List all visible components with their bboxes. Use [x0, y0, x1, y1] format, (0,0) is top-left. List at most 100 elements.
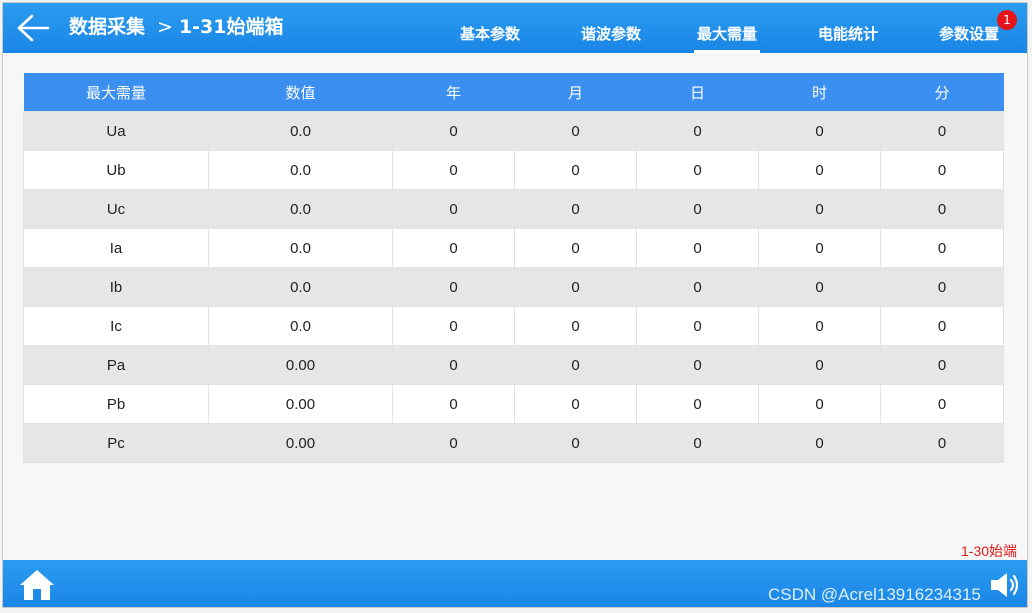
value-cell: 0 — [880, 150, 1004, 190]
value-cell: 0 — [758, 306, 881, 346]
tab-param-settings[interactable]: 参数设置 — [936, 3, 1002, 53]
value-cell: 0 — [636, 189, 759, 229]
table-header-row: 最大需量 数值 年 月 日 时 分 — [23, 73, 1004, 112]
value-cell: 0 — [392, 111, 515, 151]
value-cell: 0 — [392, 150, 515, 190]
tab-energy-stats[interactable]: 电能统计 — [815, 3, 881, 53]
column-header: 最大需量 — [23, 73, 209, 112]
value-cell: 0 — [880, 345, 1004, 385]
notification-badge[interactable]: 1 — [997, 10, 1017, 30]
table-row: Pc 0.00 0 0 0 0 0 — [23, 423, 1004, 463]
value-cell: 0 — [514, 384, 637, 424]
value-cell: 0.00 — [208, 423, 393, 463]
row-label-cell: Pa — [23, 345, 209, 385]
value-cell: 0 — [392, 384, 515, 424]
value-cell: 0.0 — [208, 267, 393, 307]
row-label-cell: Ic — [23, 306, 209, 346]
column-header: 日 — [636, 73, 759, 112]
value-cell: 0 — [758, 111, 881, 151]
value-cell: 0 — [636, 228, 759, 268]
value-cell: 0.0 — [208, 189, 393, 229]
row-label-cell: Ub — [23, 150, 209, 190]
value-cell: 0 — [514, 111, 637, 151]
value-cell: 0 — [636, 384, 759, 424]
value-cell: 0 — [758, 189, 881, 229]
tab-harmonic-params[interactable]: 谐波参数 — [578, 3, 644, 53]
value-cell: 0 — [514, 267, 637, 307]
tab-label: 最大需量 — [696, 25, 757, 43]
breadcrumb-current: 1-31始端箱 — [178, 16, 284, 38]
row-label-cell: Ib — [23, 267, 209, 307]
row-label-cell: Ia — [23, 228, 209, 268]
table-row: Pa 0.00 0 0 0 0 0 — [23, 345, 1004, 385]
value-cell: 0 — [392, 189, 515, 229]
row-label-cell: Pc — [23, 423, 209, 463]
table-row: Ia 0.0 0 0 0 0 0 — [23, 228, 1004, 268]
column-header: 数值 — [208, 73, 393, 112]
value-cell: 0.0 — [208, 111, 393, 151]
value-cell: 0 — [758, 345, 881, 385]
value-cell: 0 — [636, 306, 759, 346]
value-cell: 0 — [514, 228, 637, 268]
value-cell: 0 — [758, 267, 881, 307]
value-cell: 0 — [392, 345, 515, 385]
arrow-left-icon[interactable] — [15, 13, 51, 43]
value-cell: 0 — [392, 228, 515, 268]
table-row: Ic 0.0 0 0 0 0 0 — [23, 306, 1004, 346]
value-cell: 0.00 — [208, 384, 393, 424]
value-cell: 0 — [514, 150, 637, 190]
column-header: 月 — [514, 73, 637, 112]
home-icon[interactable] — [19, 568, 55, 602]
column-header: 年 — [392, 73, 515, 112]
row-label-cell: Uc — [23, 189, 209, 229]
value-cell: 0 — [880, 189, 1004, 229]
column-header: 分 — [880, 73, 1004, 112]
value-cell: 0 — [514, 189, 637, 229]
tab-label: 基本参数 — [459, 25, 520, 43]
value-cell: 0 — [392, 423, 515, 463]
tab-basic-params[interactable]: 基本参数 — [457, 3, 523, 53]
value-cell: 0 — [636, 345, 759, 385]
value-cell: 0 — [880, 384, 1004, 424]
value-cell: 0 — [880, 306, 1004, 346]
value-cell: 0.00 — [208, 345, 393, 385]
tab-label: 参数设置 — [938, 25, 999, 43]
top-bar: 数据采集 >1-31始端箱 基本参数 谐波参数 最大需量 电能统计 参数设置 — [3, 3, 1027, 53]
side-label[interactable]: 1-30始端 — [961, 541, 1017, 561]
active-tab-indicator — [694, 50, 760, 53]
row-label-cell: Pb — [23, 384, 209, 424]
table-row: Ib 0.0 0 0 0 0 0 — [23, 267, 1004, 307]
breadcrumb: 数据采集 >1-31始端箱 — [69, 14, 283, 40]
value-cell: 0.0 — [208, 306, 393, 346]
table-row: Uc 0.0 0 0 0 0 0 — [23, 189, 1004, 229]
speaker-icon[interactable] — [989, 570, 1021, 600]
value-cell: 0 — [392, 306, 515, 346]
breadcrumb-root[interactable]: 数据采集 — [69, 16, 145, 38]
value-cell: 0.0 — [208, 228, 393, 268]
value-cell: 0 — [880, 423, 1004, 463]
value-cell: 0 — [758, 384, 881, 424]
value-cell: 0 — [636, 423, 759, 463]
max-demand-table: 最大需量 数值 年 月 日 时 分 Ua 0.0 0 0 0 0 0 Ub 0.0 0 0 0 0 0 Uc… — [23, 73, 1004, 463]
row-label-cell: Ua — [23, 111, 209, 151]
value-cell: 0 — [758, 423, 881, 463]
value-cell: 0 — [880, 267, 1004, 307]
value-cell: 0.0 — [208, 150, 393, 190]
value-cell: 0 — [514, 306, 637, 346]
value-cell: 0 — [758, 228, 881, 268]
value-cell: 0 — [636, 150, 759, 190]
tab-max-demand[interactable]: 最大需量 — [694, 3, 760, 53]
watermark: CSDN @Acrel13916234315 — [768, 585, 981, 604]
breadcrumb-separator: > — [157, 16, 173, 38]
table-row: Ua 0.0 0 0 0 0 0 — [23, 111, 1004, 151]
value-cell: 0 — [514, 345, 637, 385]
tab-label: 电能统计 — [817, 25, 878, 43]
table-row: Ub 0.0 0 0 0 0 0 — [23, 150, 1004, 190]
value-cell: 0 — [392, 267, 515, 307]
value-cell: 0 — [514, 423, 637, 463]
value-cell: 0 — [880, 111, 1004, 151]
column-header: 时 — [758, 73, 881, 112]
value-cell: 0 — [636, 111, 759, 151]
value-cell: 0 — [758, 150, 881, 190]
table-row: Pb 0.00 0 0 0 0 0 — [23, 384, 1004, 424]
